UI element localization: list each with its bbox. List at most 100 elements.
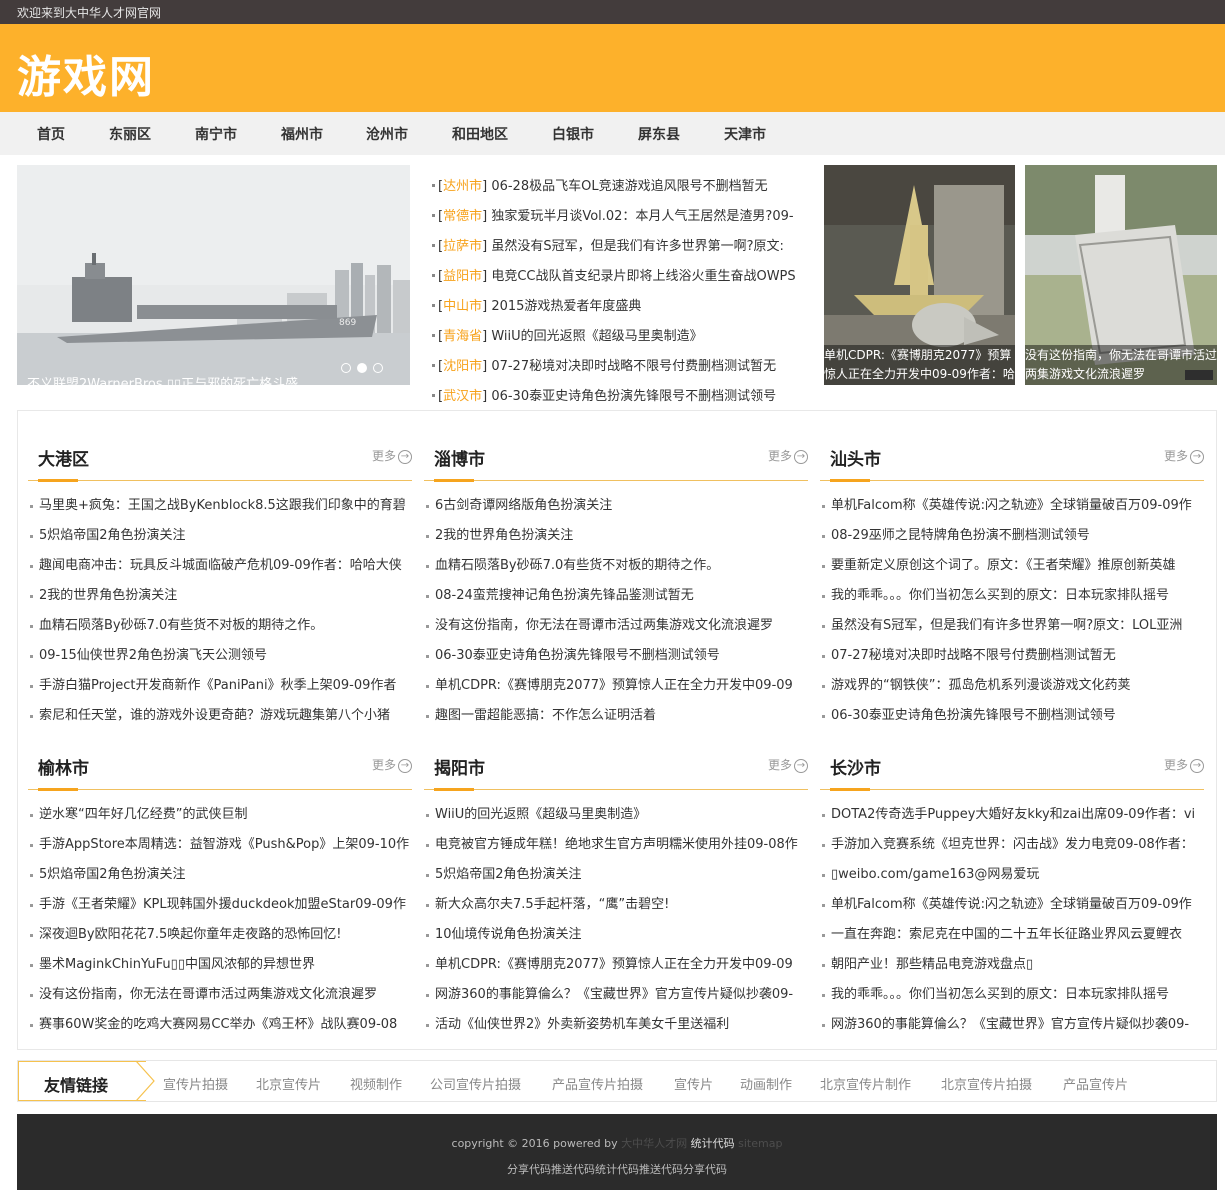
- friend-link[interactable]: 宣传片: [674, 1074, 713, 1093]
- headline-text[interactable]: 2015游戏热爱者年度盛典: [491, 299, 641, 314]
- arrow-right-icon[interactable]: →: [398, 449, 412, 464]
- headline-text[interactable]: 06-28极品飞车OL竞速游戏追风限号不删档暂无: [491, 179, 767, 194]
- list-item[interactable]: 深夜迴By欧阳花花7.5唤起你童年走夜路的恐怖回忆!: [28, 920, 412, 950]
- list-item[interactable]: 5炽焰帝国2角色扮演关注: [28, 860, 412, 890]
- arrow-right-icon[interactable]: →: [794, 758, 808, 773]
- headline-tag[interactable]: 常德市: [443, 209, 482, 224]
- headline-tag[interactable]: 青海省: [443, 329, 482, 344]
- arrow-right-icon[interactable]: →: [1190, 449, 1204, 464]
- list-item[interactable]: 没有这份指南，你无法在哥谭市活过两集游戏文化流浪遲罗: [28, 980, 412, 1010]
- friend-link[interactable]: 产品宣传片: [1063, 1074, 1128, 1093]
- list-item[interactable]: ▯weibo.com/game163@网易爱玩: [820, 860, 1204, 890]
- friend-link[interactable]: 北京宣传片: [256, 1074, 321, 1093]
- list-item[interactable]: 单机Falcom称《英雄传说:闪之轨迹》全球销量破百万09-09作: [820, 890, 1204, 920]
- column-title[interactable]: 揭阳市: [434, 754, 485, 779]
- list-item[interactable]: 趣闻电商冲击：玩具反斗城面临破产危机09-09作者：哈哈大侠: [28, 551, 412, 581]
- headline-text[interactable]: WiiU的回光返照《超级马里奥制造》: [491, 329, 702, 344]
- headline-tag[interactable]: 拉萨市: [443, 239, 482, 254]
- list-item[interactable]: 虽然没有S冠军，但是我们有许多世界第一啊?原文：LOL亚洲: [820, 611, 1204, 641]
- list-item[interactable]: 2我的世界角色扮演关注: [28, 581, 412, 611]
- headline-text[interactable]: 06-30泰亚史诗角色扮演先锋限号不删档测试领号: [491, 389, 776, 404]
- photo-card-jet[interactable]: 单机CDPR:《赛博朋克2077》预算惊人正在全力开发中09-09作者：哈: [824, 165, 1015, 385]
- list-item[interactable]: 08-24蛮荒搜神记角色扮演先锋品鉴测试暂无: [424, 581, 808, 611]
- list-item[interactable]: 我的乖乖。。。你们当初怎么买到的原文：日本玩家排队摇号: [820, 980, 1204, 1010]
- slider-dot-active[interactable]: [357, 363, 367, 373]
- headline-item[interactable]: [中山市] 2015游戏热爱者年度盛典: [432, 295, 814, 325]
- list-item[interactable]: 逆水寒“四年好几亿经费”的武侠巨制: [28, 800, 412, 830]
- list-item[interactable]: 单机CDPR:《赛博朋克2077》预算惊人正在全力开发中09-09: [424, 950, 808, 980]
- list-item[interactable]: 09-15仙侠世界2角色扮演飞天公测领号: [28, 641, 412, 671]
- headline-item[interactable]: [沈阳市] 07-27秘境对决即时战略不限号付费删档测试暂无: [432, 355, 814, 385]
- headline-item[interactable]: [拉萨市] 虽然没有S冠军，但是我们有许多世界第一啊?原文:: [432, 235, 814, 265]
- list-item[interactable]: 赛事60W奖金的吃鸡大赛网易CC举办《鸡王杯》战队赛09-08: [28, 1010, 412, 1040]
- friend-link[interactable]: 公司宣传片拍摄: [430, 1074, 521, 1093]
- arrow-right-icon[interactable]: →: [794, 449, 808, 464]
- friend-link[interactable]: 视频制作: [350, 1074, 402, 1093]
- list-item[interactable]: 没有这份指南，你无法在哥谭市活过两集游戏文化流浪遲罗: [424, 611, 808, 641]
- headline-item[interactable]: [常德市] 独家爱玩半月谈Vol.02：本月人气王居然是渣男?09-: [432, 205, 814, 235]
- nav-item[interactable]: 福州市: [281, 124, 323, 144]
- friend-link[interactable]: 宣传片拍摄: [163, 1074, 228, 1093]
- list-item[interactable]: 5炽焰帝国2角色扮演关注: [28, 521, 412, 551]
- friend-link[interactable]: 动画制作: [740, 1074, 792, 1093]
- arrow-right-icon[interactable]: →: [398, 758, 412, 773]
- list-item[interactable]: 新大众高尔夫7.5手起杆落，“鹰”击碧空!: [424, 890, 808, 920]
- list-item[interactable]: 07-27秘境对决即时战略不限号付费删档测试暂无: [820, 641, 1204, 671]
- slider-dot[interactable]: [373, 363, 383, 373]
- sitemap-link[interactable]: sitemap: [738, 1137, 782, 1150]
- column-title[interactable]: 汕头市: [830, 445, 881, 470]
- headline-item[interactable]: [青海省] WiiU的回光返照《超级马里奥制造》: [432, 325, 814, 355]
- list-item[interactable]: 活动《仙侠世界2》外卖新姿势机车美女千里送福利: [424, 1010, 808, 1040]
- list-item[interactable]: 马里奥+疯兔：王国之战ByKenblock8.5这跟我们印象中的育碧: [28, 491, 412, 521]
- nav-item[interactable]: 屏东县: [638, 124, 680, 144]
- nav-item[interactable]: 白银市: [552, 124, 594, 144]
- list-item[interactable]: 手游《王者荣耀》KPL现韩国外援duckdeok加盟eStar09-09作: [28, 890, 412, 920]
- photo-card-dance[interactable]: 没有这份指南，你无法在哥谭市活过两集游戏文化流浪遲罗: [1025, 165, 1217, 385]
- nav-item[interactable]: 和田地区: [452, 124, 508, 144]
- list-item[interactable]: DOTA2传奇选手Puppey大婚好友kky和zai出席09-09作者：vi: [820, 800, 1204, 830]
- headline-tag[interactable]: 中山市: [443, 299, 482, 314]
- list-item[interactable]: 血精石陨落By砂砾7.0有些货不对板的期待之作。: [28, 611, 412, 641]
- site-logo[interactable]: 游戏网: [17, 41, 155, 105]
- headline-text[interactable]: 虽然没有S冠军，但是我们有许多世界第一啊?原文:: [491, 239, 784, 254]
- list-item[interactable]: 单机CDPR:《赛博朋克2077》预算惊人正在全力开发中09-09: [424, 671, 808, 701]
- image-slider[interactable]: 869 不义联盟2WarnerBros.▯▯正与邪的死亡格斗盛: [17, 165, 410, 385]
- column-title[interactable]: 大港区: [38, 445, 89, 470]
- list-item[interactable]: 手游白猫Project开发商新作《PaniPani》秋季上架09-09作者: [28, 671, 412, 701]
- nav-item[interactable]: 东丽区: [109, 124, 151, 144]
- column-title[interactable]: 长沙市: [830, 754, 881, 779]
- list-item[interactable]: 朝阳产业！那些精品电竞游戏盘点▯: [820, 950, 1204, 980]
- more-link[interactable]: 更多 →: [768, 756, 808, 773]
- photo-caption[interactable]: 单机CDPR:《赛博朋克2077》预算惊人正在全力开发中09-09作者：哈: [824, 345, 1015, 385]
- list-item[interactable]: 要重新定义原创这个词了。原文：《王者荣耀》推原创新英雄: [820, 551, 1204, 581]
- photo-caption[interactable]: 没有这份指南，你无法在哥谭市活过两集游戏文化流浪遲罗: [1025, 345, 1217, 385]
- list-item[interactable]: 手游加入竞赛系统《坦克世界：闪击战》发力电竞09-08作者：: [820, 830, 1204, 860]
- slider-dot[interactable]: [341, 363, 351, 373]
- list-item[interactable]: 10仙境传说角色扮演关注: [424, 920, 808, 950]
- headline-item[interactable]: [达州市] 06-28极品飞车OL竞速游戏追风限号不删档暂无: [432, 175, 814, 205]
- headline-item[interactable]: [益阳市] 电竞CC战队首支纪录片即将上线浴火重生奋战OWPS: [432, 265, 814, 295]
- headline-tag[interactable]: 武汉市: [443, 389, 482, 404]
- list-item[interactable]: 血精石陨落By砂砾7.0有些货不对板的期待之作。: [424, 551, 808, 581]
- list-item[interactable]: 电竞被官方锤成年糕！绝地求生官方声明糯米使用外挂09-08作: [424, 830, 808, 860]
- headline-text[interactable]: 独家爱玩半月谈Vol.02：本月人气王居然是渣男?09-: [491, 209, 793, 224]
- nav-item-home[interactable]: 首页: [37, 124, 65, 144]
- site-link[interactable]: 大中华人才网: [621, 1137, 687, 1150]
- list-item[interactable]: 06-30泰亚史诗角色扮演先锋限号不删档测试领号: [424, 641, 808, 671]
- column-title[interactable]: 榆林市: [38, 754, 89, 779]
- list-item[interactable]: 2我的世界角色扮演关注: [424, 521, 808, 551]
- stat-code-link[interactable]: 统计代码: [691, 1137, 735, 1150]
- list-item[interactable]: 5炽焰帝国2角色扮演关注: [424, 860, 808, 890]
- headline-text[interactable]: 07-27秘境对决即时战略不限号付费删档测试暂无: [491, 359, 776, 374]
- nav-item[interactable]: 南宁市: [195, 124, 237, 144]
- list-item[interactable]: 单机Falcom称《英雄传说:闪之轨迹》全球销量破百万09-09作: [820, 491, 1204, 521]
- more-link[interactable]: 更多 →: [372, 756, 412, 773]
- list-item[interactable]: 游戏界的“钢铁侠”：孤岛危机系列漫谈游戏文化药荚: [820, 671, 1204, 701]
- list-item[interactable]: 08-29巫师之昆特牌角色扮演不删档测试领号: [820, 521, 1204, 551]
- headline-text[interactable]: 电竞CC战队首支纪录片即将上线浴火重生奋战OWPS: [491, 269, 795, 284]
- arrow-right-icon[interactable]: →: [1190, 758, 1204, 773]
- slide-image[interactable]: 869: [17, 165, 410, 385]
- more-link[interactable]: 更多 →: [768, 447, 808, 464]
- list-item[interactable]: 手游AppStore本周精选：益智游戏《Push&Pop》上架09-10作: [28, 830, 412, 860]
- list-item[interactable]: 一直在奔跑：索尼克在中国的二十五年长征路业界风云夏鲤衣: [820, 920, 1204, 950]
